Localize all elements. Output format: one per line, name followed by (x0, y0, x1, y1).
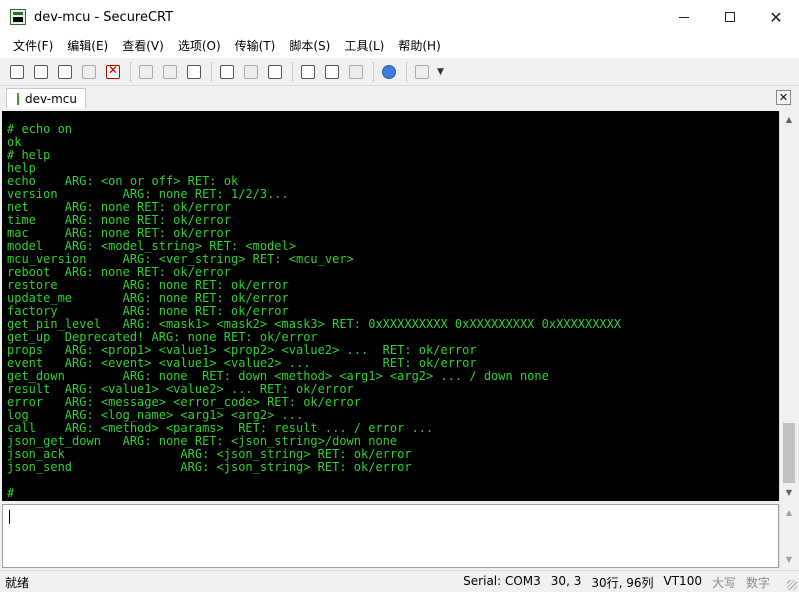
paste-button[interactable] (159, 61, 181, 83)
minimize-icon (679, 16, 689, 18)
close-icon: ✕ (778, 91, 789, 104)
scroll-down-icon[interactable]: ▼ (780, 551, 798, 568)
status-caps-lock: 大写 (711, 576, 736, 590)
terminal-scrollbar[interactable]: ▲ ▼ (779, 111, 797, 501)
help-icon (382, 64, 396, 79)
tab-dev-mcu[interactable]: dev-mcu (6, 88, 87, 108)
toolbar-separator (130, 61, 131, 82)
disconnect-icon (106, 63, 120, 79)
status-bar: 就绪 Serial: COM3 30, 3 30行, 96列 VT100 大写 … (0, 570, 799, 592)
status-connection: Serial: COM3 (463, 574, 541, 588)
menu-script[interactable]: 脚本(S) (282, 34, 337, 58)
toolbar-separator (373, 61, 374, 82)
session-options-button[interactable] (297, 61, 319, 83)
toolbar-separator (292, 61, 293, 82)
close-icon: ✕ (769, 7, 783, 27)
menu-view[interactable]: 查看(V) (115, 34, 171, 58)
help-button[interactable] (378, 61, 400, 83)
connect-tab-icon (58, 64, 72, 79)
print-setup-button[interactable] (240, 61, 262, 83)
reconnect-button[interactable] (78, 61, 100, 83)
print-setup-icon (244, 64, 258, 79)
connection-status-indicator (17, 92, 19, 105)
terminal-output[interactable]: # echo on ok # help help echo ARG: <on o… (2, 111, 779, 501)
global-options-button[interactable] (321, 61, 343, 83)
menu-options[interactable]: 选项(O) (171, 34, 228, 58)
connect-button[interactable] (6, 61, 28, 83)
customize-button[interactable] (411, 61, 433, 83)
connect-tab-button[interactable] (54, 61, 76, 83)
terminal-prompt: # (7, 486, 15, 500)
connect-icon (10, 64, 24, 79)
menu-tools[interactable]: 工具(L) (337, 34, 391, 58)
menu-edit[interactable]: 编辑(E) (60, 34, 115, 58)
scroll-up-icon[interactable]: ▲ (780, 111, 798, 128)
toolbar-overflow-icon[interactable]: ▼ (437, 67, 444, 77)
customize-icon (415, 64, 429, 79)
status-cursor-position: 30, 3 (550, 574, 582, 588)
menu-transfer[interactable]: 传输(T) (228, 34, 283, 58)
toolbar: ▼ (0, 58, 799, 86)
minimize-button[interactable] (661, 0, 707, 34)
find-icon (187, 64, 201, 79)
reconnect-icon (82, 64, 96, 79)
paste-icon (163, 64, 177, 79)
status-num-lock: 数字 (745, 576, 770, 590)
toolbar-separator (211, 61, 212, 82)
close-button[interactable]: ✕ (753, 0, 799, 34)
maximize-icon (725, 12, 735, 22)
find-button[interactable] (183, 61, 205, 83)
print-selection-icon (268, 64, 282, 79)
status-fields: Serial: COM3 30, 3 30行, 96列 VT100 大写 数字 (458, 574, 775, 591)
title-bar: dev-mcu - SecureCRT ✕ (0, 0, 799, 34)
tab-close-button[interactable]: ✕ (776, 90, 791, 105)
scroll-down-icon[interactable]: ▼ (780, 484, 798, 501)
quick-connect-icon (34, 64, 48, 79)
session-tab-strip: dev-mcu ✕ (0, 86, 799, 110)
status-emulation: VT100 (663, 574, 702, 588)
print-selection-button[interactable] (264, 61, 286, 83)
status-terminal-size: 30行, 96列 (591, 576, 654, 590)
disconnect-button[interactable] (102, 61, 124, 83)
command-window-input[interactable] (2, 504, 779, 568)
command-window-scrollbar[interactable]: ▲ ▼ (779, 504, 797, 568)
scroll-up-icon[interactable]: ▲ (780, 504, 798, 521)
scrollbar-thumb[interactable] (783, 423, 795, 483)
tab-label: dev-mcu (25, 91, 78, 106)
keymap-button[interactable] (345, 61, 367, 83)
menu-help[interactable]: 帮助(H) (391, 34, 447, 58)
terminal-line: json_send ARG: <json_string> RET: ok/err… (7, 460, 412, 474)
terminal-line: # echo on (7, 122, 73, 136)
keymap-icon (349, 64, 363, 79)
maximize-button[interactable] (707, 0, 753, 34)
global-options-icon (325, 64, 339, 79)
terminal-line: # help (7, 148, 51, 162)
print-button[interactable] (216, 61, 238, 83)
menu-bar: 文件(F) 编辑(E) 查看(V) 选项(O) 传输(T) 脚本(S) 工具(L… (0, 34, 799, 58)
status-ready: 就绪 (5, 576, 30, 590)
window-controls: ✕ (661, 0, 799, 34)
copy-icon (139, 64, 153, 79)
window-title: dev-mcu - SecureCRT (34, 9, 174, 25)
toolbar-separator (406, 61, 407, 82)
text-caret (9, 510, 10, 524)
copy-button[interactable] (135, 61, 157, 83)
menu-file[interactable]: 文件(F) (6, 34, 60, 58)
quick-connect-button[interactable] (30, 61, 52, 83)
securecrt-app-icon (10, 9, 26, 25)
session-options-icon (301, 64, 315, 79)
print-icon (220, 64, 234, 79)
terminal-line: ok (7, 135, 22, 149)
resize-grip-icon[interactable] (787, 580, 797, 590)
